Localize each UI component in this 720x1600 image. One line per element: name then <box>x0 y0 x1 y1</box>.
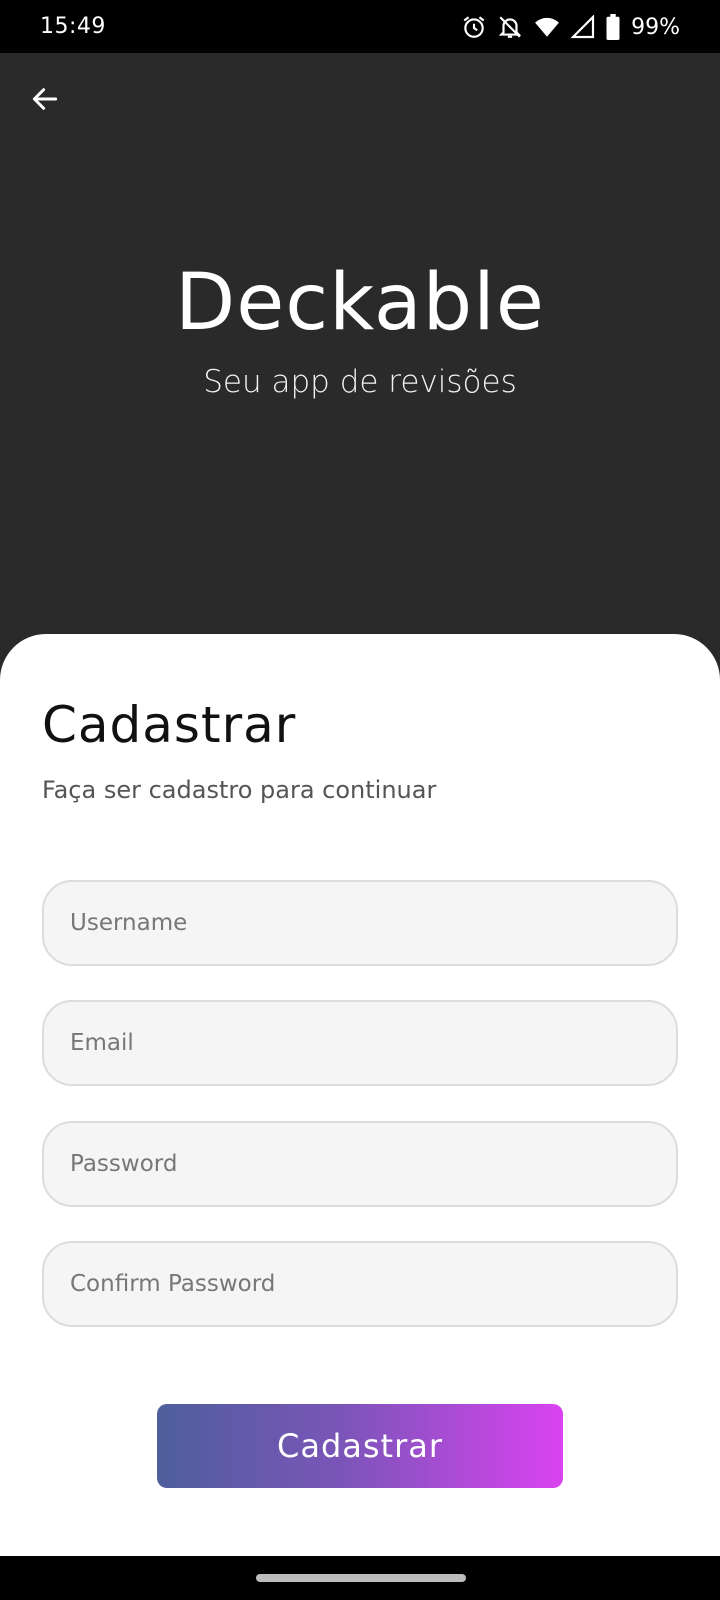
form-title: Cadastrar <box>42 696 297 754</box>
wifi-icon <box>533 14 561 40</box>
status-bar: 15:49 99% <box>0 0 720 53</box>
home-indicator[interactable] <box>256 1574 466 1582</box>
alarm-icon <box>461 14 487 40</box>
form-subtitle: Faça ser cadastro para continuar <box>42 776 437 804</box>
navigation-bar <box>0 1556 720 1600</box>
back-button[interactable] <box>24 80 66 122</box>
app-subtitle: Seu app de revisões <box>203 364 517 400</box>
status-icons: 99% <box>461 12 680 42</box>
status-time: 15:49 <box>40 14 106 39</box>
password-input[interactable] <box>42 1121 678 1207</box>
app-title: Deckable <box>175 258 545 348</box>
arrow-left-icon <box>29 83 61 119</box>
notifications-off-icon <box>497 14 523 40</box>
email-input[interactable] <box>42 1000 678 1086</box>
confirm-password-input[interactable] <box>42 1241 678 1327</box>
username-input[interactable] <box>42 880 678 966</box>
signal-icon <box>571 15 595 39</box>
signup-screen: 15:49 99% Deckable Seu app de revisões C… <box>0 0 720 1600</box>
signup-card: Cadastrar Faça ser cadastro para continu… <box>0 634 720 1556</box>
submit-signup-button[interactable]: Cadastrar <box>157 1404 563 1488</box>
battery-percentage: 99% <box>631 14 680 40</box>
battery-icon <box>605 14 621 40</box>
